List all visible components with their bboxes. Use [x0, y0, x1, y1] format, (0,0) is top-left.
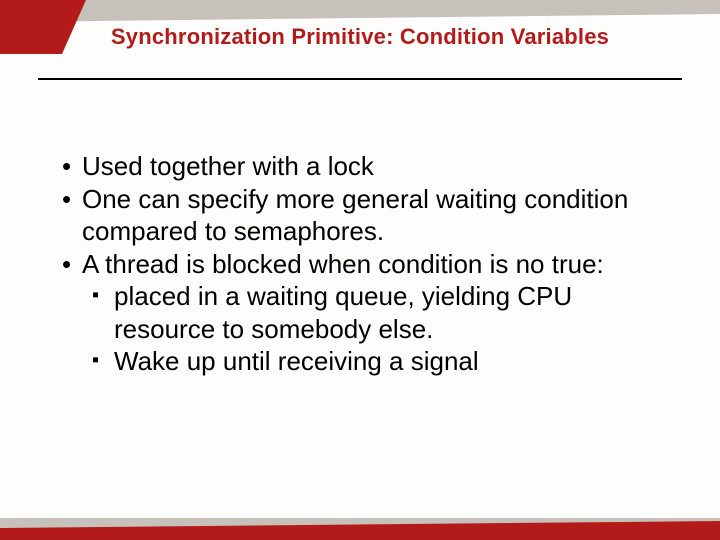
sub-bullet-text: placed in a waiting queue, yielding CPU …	[114, 280, 624, 345]
bullet-dot-icon: •	[62, 248, 82, 281]
slide: Synchronization Primitive: Condition Var…	[0, 0, 720, 540]
bullet-item: •A thread is blocked when condition is n…	[62, 248, 662, 281]
title-underline	[38, 78, 682, 80]
bullet-text: Used together with a lock	[82, 150, 642, 183]
bullet-dot-icon: •	[62, 150, 82, 183]
sub-bullet-item: ▪Wake up until receiving a signal	[92, 345, 662, 378]
bullet-text: One can specify more general waiting con…	[82, 183, 642, 248]
slide-body: •Used together with a lock •One can spec…	[62, 150, 662, 378]
square-bullet-icon: ▪	[92, 348, 114, 373]
square-bullet-icon: ▪	[92, 283, 114, 308]
bullet-item: •One can specify more general waiting co…	[62, 183, 662, 248]
bullet-dot-icon: •	[62, 183, 82, 216]
bullet-item: •Used together with a lock	[62, 150, 662, 183]
sub-bullet-text: Wake up until receiving a signal	[114, 345, 624, 378]
bullet-text: A thread is blocked when condition is no…	[82, 248, 642, 281]
footer-band-icon	[0, 518, 720, 540]
sub-bullet-item: ▪placed in a waiting queue, yielding CPU…	[92, 280, 662, 345]
slide-title: Synchronization Primitive: Condition Var…	[0, 24, 720, 50]
